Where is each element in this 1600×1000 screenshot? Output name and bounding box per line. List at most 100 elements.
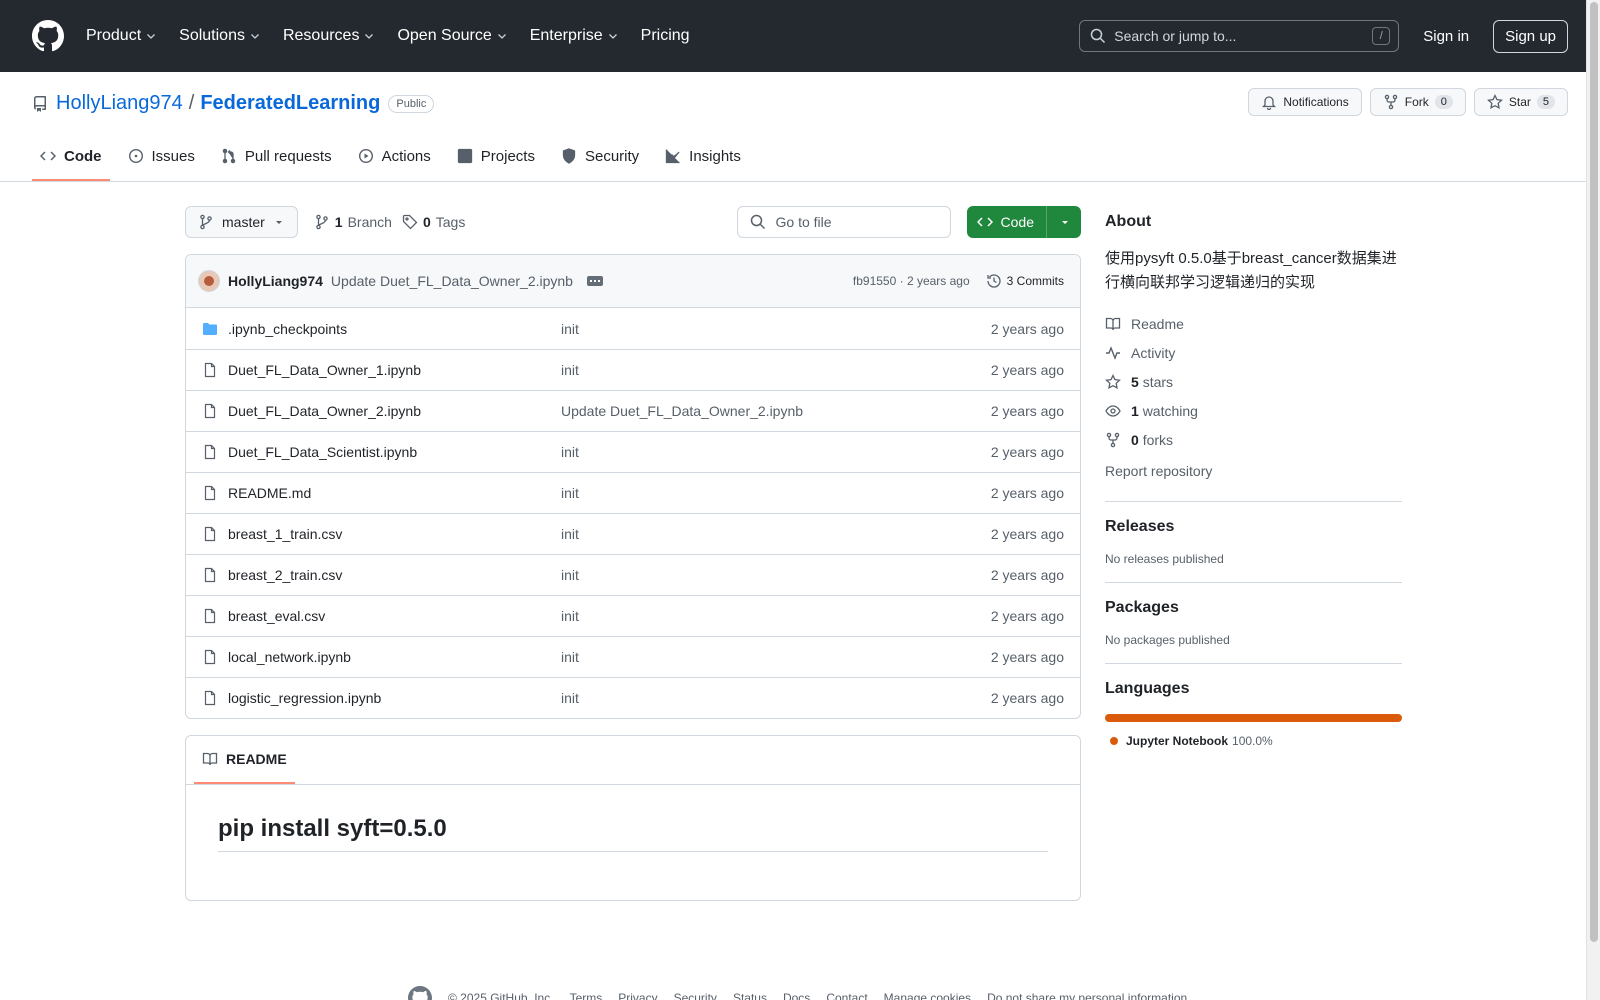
- commit-hash-time[interactable]: fb91550 · 2 years ago: [853, 274, 970, 288]
- divider: [1105, 582, 1402, 583]
- chevron-down-icon: [365, 34, 374, 39]
- sign-in-link[interactable]: Sign in: [1423, 28, 1469, 45]
- caret-down-icon: [1062, 221, 1068, 224]
- language-bar: [1105, 714, 1402, 722]
- file-commit-message[interactable]: init: [561, 526, 991, 542]
- commit-message-link[interactable]: Update Duet_FL_Data_Owner_2.ipynb: [331, 273, 573, 289]
- file-name-link[interactable]: Duet_FL_Data_Scientist.ipynb: [228, 444, 561, 460]
- nav-pricing[interactable]: Pricing: [641, 27, 690, 45]
- repo-owner-link[interactable]: HollyLiang974: [56, 92, 183, 115]
- file-name-link[interactable]: breast_2_train.csv: [228, 567, 561, 583]
- go-to-file-input[interactable]: Go to file: [736, 206, 951, 238]
- star-button[interactable]: Star 5: [1473, 88, 1568, 116]
- footer-link-do-not-share[interactable]: Do not share my personal information: [987, 991, 1187, 1000]
- report-repository-link[interactable]: Report repository: [1105, 456, 1402, 485]
- footer-link-contact[interactable]: Contact: [826, 991, 867, 1000]
- github-logo-icon[interactable]: [408, 986, 432, 1000]
- file-icon: [204, 444, 216, 460]
- file-date: 2 years ago: [990, 608, 1064, 624]
- file-commit-message[interactable]: init: [561, 608, 991, 624]
- tab-security[interactable]: Security: [553, 133, 647, 181]
- nav-open-source[interactable]: Open Source: [397, 27, 507, 45]
- activity-link[interactable]: Activity: [1105, 338, 1402, 367]
- footer-link-docs[interactable]: Docs: [783, 991, 810, 1000]
- star-icon: [1105, 373, 1121, 389]
- tags-link[interactable]: 0 Tags: [402, 214, 465, 230]
- tab-pull-requests[interactable]: Pull requests: [213, 133, 340, 181]
- repo-actions: Notifications Fork 0 Star 5: [1248, 88, 1568, 116]
- footer-link-terms[interactable]: Terms: [570, 991, 603, 1000]
- branches-link[interactable]: 1 Branch: [314, 214, 392, 230]
- footer-link-privacy[interactable]: Privacy: [618, 991, 657, 1000]
- fork-button[interactable]: Fork 0: [1369, 88, 1466, 116]
- commits-history-link[interactable]: 3 Commits: [986, 273, 1064, 289]
- file-name-link[interactable]: local_network.ipynb: [228, 649, 561, 665]
- watchers-link[interactable]: 1 watching: [1105, 396, 1402, 425]
- code-dropdown-button[interactable]: Code: [966, 206, 1081, 238]
- tab-issues[interactable]: Issues: [120, 133, 203, 181]
- file-icon: [204, 403, 216, 419]
- language-item[interactable]: Jupyter Notebook 100.0%: [1105, 734, 1402, 748]
- tab-projects[interactable]: Projects: [449, 133, 543, 181]
- file-icon: [204, 690, 216, 706]
- file-commit-message[interactable]: init: [561, 690, 991, 706]
- page-scrollbar[interactable]: [1586, 0, 1600, 1000]
- notifications-button[interactable]: Notifications: [1248, 88, 1362, 116]
- stars-link[interactable]: 5 stars: [1105, 367, 1402, 396]
- tab-actions[interactable]: Actions: [350, 133, 439, 181]
- table-row: Duet_FL_Data_Scientist.ipynb init 2 year…: [186, 431, 1080, 472]
- file-commit-message[interactable]: Update Duet_FL_Data_Owner_2.ipynb: [561, 403, 991, 419]
- file-commit-message[interactable]: init: [561, 567, 991, 583]
- table-row: Duet_FL_Data_Owner_2.ipynb Update Duet_F…: [186, 390, 1080, 431]
- file-name-link[interactable]: logistic_regression.ipynb: [228, 690, 561, 706]
- file-name-link[interactable]: Duet_FL_Data_Owner_1.ipynb: [228, 362, 561, 378]
- file-commit-message[interactable]: init: [561, 321, 991, 337]
- file-icon: [204, 608, 216, 624]
- table-row: breast_eval.csv init 2 years ago: [186, 595, 1080, 636]
- file-name-link[interactable]: Duet_FL_Data_Owner_2.ipynb: [228, 403, 561, 419]
- table-row: README.md init 2 years ago: [186, 472, 1080, 513]
- folder-icon: [203, 322, 217, 335]
- nav-resources[interactable]: Resources: [283, 27, 375, 45]
- tab-readme[interactable]: README: [194, 736, 295, 784]
- play-icon: [358, 148, 373, 164]
- file-name-link[interactable]: README.md: [228, 485, 561, 501]
- file-name-link[interactable]: breast_1_train.csv: [228, 526, 561, 542]
- readme-link[interactable]: Readme: [1105, 309, 1402, 338]
- file-name-link[interactable]: .ipynb_checkpoints: [228, 321, 561, 337]
- sign-up-button[interactable]: Sign up: [1493, 19, 1568, 53]
- scrollbar-thumb[interactable]: [1590, 2, 1598, 942]
- file-name-link[interactable]: breast_eval.csv: [228, 608, 561, 624]
- file-date: 2 years ago: [990, 320, 1064, 337]
- caret-down-icon: [275, 221, 282, 224]
- releases-heading[interactable]: Releases: [1105, 518, 1402, 536]
- packages-heading[interactable]: Packages: [1105, 599, 1402, 617]
- forks-link[interactable]: 0 forks: [1105, 425, 1402, 454]
- github-logo-icon[interactable]: [32, 20, 64, 52]
- nav-enterprise[interactable]: Enterprise: [530, 27, 619, 45]
- footer-link-security[interactable]: Security: [674, 991, 717, 1000]
- nav-product[interactable]: Product: [86, 27, 157, 45]
- footer-link-status[interactable]: Status: [733, 991, 767, 1000]
- file-icon: [204, 526, 216, 542]
- shield-icon: [562, 148, 576, 164]
- book-icon: [202, 752, 218, 766]
- file-commit-message[interactable]: init: [561, 649, 991, 665]
- avatar[interactable]: [198, 270, 220, 292]
- about-list: Readme Activity 5 stars 1 watching 0 for…: [1105, 309, 1402, 485]
- repo-title: HollyLiang974 / FederatedLearning Public: [32, 92, 435, 115]
- file-commit-message[interactable]: init: [561, 444, 991, 460]
- file-commit-message[interactable]: init: [561, 485, 991, 501]
- code-icon: [40, 151, 56, 161]
- ellipsis-icon[interactable]: [586, 276, 603, 286]
- branch-icon: [316, 214, 328, 230]
- nav-solutions[interactable]: Solutions: [179, 27, 261, 45]
- file-commit-message[interactable]: init: [561, 362, 991, 378]
- footer-link-manage-cookies[interactable]: Manage cookies: [884, 991, 971, 1000]
- tab-insights[interactable]: Insights: [657, 133, 749, 181]
- branch-selector[interactable]: master: [185, 206, 298, 238]
- repo-name-link[interactable]: FederatedLearning: [200, 92, 380, 115]
- tab-code[interactable]: Code: [32, 133, 110, 181]
- search-input[interactable]: Search or jump to... /: [1079, 20, 1400, 52]
- commit-author-link[interactable]: HollyLiang974: [228, 273, 323, 289]
